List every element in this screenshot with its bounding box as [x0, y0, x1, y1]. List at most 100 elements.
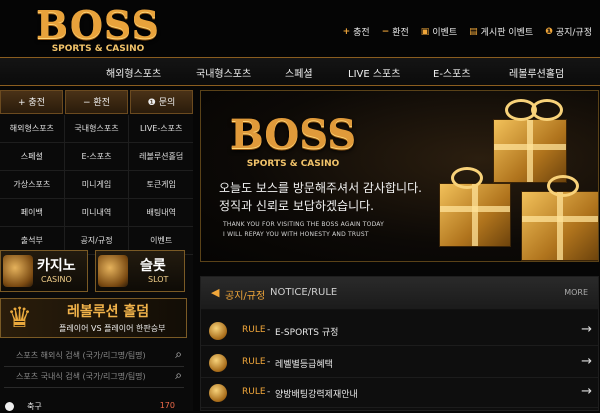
- nav-item-esports[interactable]: E-스포츠: [433, 65, 471, 80]
- search-input[interactable]: 스포츠 해외식 검색 (국가/리그명/팀명): [16, 350, 146, 361]
- slot-banner-subtitle: SLOT: [148, 275, 169, 284]
- sidebar-item-bet-history[interactable]: 배팅내역: [129, 199, 193, 226]
- sidebar-menu-grid: 해외형스포츠 국내형스포츠 LIVE-스포츠 스페셜 E-스포츠 레볼루션홀덤 …: [0, 115, 193, 255]
- notice-item[interactable]: RULE - 양방배팅강력제재안내 →: [201, 379, 598, 408]
- sidebar-item-domestic-sports[interactable]: 국내형스포츠: [65, 115, 130, 142]
- hero-logo-wordmark: BOSS: [229, 111, 357, 158]
- soccer-ball-icon: [5, 402, 14, 411]
- gift-bow: [451, 167, 483, 189]
- gift-box: [493, 119, 567, 183]
- hero-logo-subtitle: SPORTS & CASINO: [246, 159, 340, 169]
- tab-label: 문의: [158, 98, 176, 108]
- search-icon[interactable]: ⌕: [175, 368, 182, 383]
- plus-icon: +: [18, 98, 26, 108]
- notice-item-title: E-SPORTS 규정: [275, 328, 339, 338]
- notice-header: ◀ 공지/규정 NOTICE/RULE MORE: [201, 277, 598, 310]
- minus-icon: −: [381, 26, 390, 37]
- slot-banner-title: 슬롯: [140, 258, 166, 274]
- sport-count: 170: [159, 401, 175, 410]
- minus-icon: −: [83, 98, 91, 108]
- top-links: + 충전 − 환전 ▣ 이벤트 ▤ 게시판 이벤트 ❶ 공지/규정: [343, 25, 592, 39]
- sidebar-inquiry-button[interactable]: ❶ 문의: [130, 90, 193, 114]
- medal-icon: [209, 322, 227, 340]
- top-link-withdraw[interactable]: − 환전: [381, 25, 409, 39]
- revolution-holdem-banner[interactable]: ♛ 레볼루션 홀덤 플레이어 VS 플레이어 한판승부: [0, 298, 187, 338]
- nav-item-live-sports[interactable]: LIVE 스포츠: [348, 65, 400, 80]
- notice-item[interactable]: RULE - 레벨별등급혜택 →: [201, 349, 598, 378]
- gift-box: [521, 191, 598, 261]
- top-link-board-event[interactable]: ▤ 게시판 이벤트: [469, 25, 534, 39]
- arrow-right-icon: →: [581, 354, 592, 369]
- gift-bow: [531, 99, 563, 121]
- sidebar-item-payback[interactable]: 페이백: [0, 199, 65, 226]
- revolution-banner-title: 레볼루션 홀덤: [67, 304, 150, 320]
- hero-english-line1: THANK YOU FOR VISITING THE BOSS AGAIN TO…: [223, 221, 385, 228]
- separator: -: [267, 387, 271, 397]
- overseas-sports-search[interactable]: 스포츠 해외식 검색 (국가/리그명/팀명) ⌕: [4, 346, 184, 367]
- sport-name: 축구: [27, 402, 42, 411]
- nav-item-domestic-sports[interactable]: 국내형스포츠: [196, 65, 251, 80]
- gift-bow: [547, 175, 579, 197]
- revolution-banner-subtitle: 플레이어 VS 플레이어 한판승부: [59, 324, 166, 333]
- sidebar-deposit-button[interactable]: + 충전: [0, 90, 63, 114]
- info-icon: ❶: [147, 98, 156, 108]
- hero-english-line2: I WILL REPAY YOU WITH HONESTY AND TRUST: [223, 231, 369, 238]
- top-link-label: 이벤트: [432, 28, 458, 38]
- tab-label: 충전: [28, 98, 45, 108]
- sidebar-item-revolution-holdem[interactable]: 레볼루션홀덤: [129, 143, 193, 170]
- arrow-right-icon: →: [581, 384, 592, 399]
- main-nav: 해외형스포츠 국내형스포츠 스페셜 LIVE 스포츠 E-스포츠 레볼루션홀덤: [0, 57, 600, 86]
- casino-banner[interactable]: 카지노 CASINO: [0, 250, 88, 292]
- top-link-deposit[interactable]: + 충전: [343, 25, 370, 39]
- top-link-label: 충전: [353, 28, 370, 38]
- hero-greeting-line1: 오늘도 보스를 방문해주셔서 감사합니다.: [219, 181, 422, 195]
- notice-title-english: NOTICE/RULE: [270, 287, 338, 298]
- domestic-sports-search[interactable]: 스포츠 국내식 검색 (국가/리그명/팀명) ⌕: [4, 367, 184, 388]
- notice-title: 공지/규정: [225, 291, 266, 302]
- nav-item-special[interactable]: 스페셜: [285, 65, 313, 80]
- board-icon: ▤: [469, 26, 478, 37]
- nav-item-overseas-sports[interactable]: 해외형스포츠: [106, 65, 161, 80]
- search-icon[interactable]: ⌕: [175, 347, 182, 362]
- calendar-icon: ▣: [420, 26, 430, 37]
- slot-machine-image: [98, 255, 128, 287]
- hero-greeting-line2: 정직과 신뢰로 보답하겠습니다.: [219, 199, 374, 213]
- nav-item-revolution-holdem[interactable]: 레볼루션홀덤: [509, 65, 564, 80]
- notice-panel: ◀ 공지/규정 NOTICE/RULE MORE RULE - E-SPORTS…: [200, 276, 599, 411]
- slot-banner[interactable]: 슬롯 SLOT: [95, 250, 185, 292]
- notice-item[interactable]: RULE - E-SPORTS 규정 →: [201, 317, 598, 346]
- sidebar-item-token-game[interactable]: 토큰게임: [129, 171, 193, 198]
- hero-logo: BOSS SPORTS & CASINO: [223, 111, 383, 171]
- top-link-notice[interactable]: ❶ 공지/규정: [545, 25, 592, 39]
- search-input[interactable]: 스포츠 국내식 검색 (국가/리그명/팀명): [16, 371, 146, 382]
- casino-banner-title: 카지노: [37, 258, 76, 274]
- top-link-event[interactable]: ▣ 이벤트: [420, 25, 458, 39]
- sidebar-item-special[interactable]: 스페셜: [0, 143, 65, 170]
- sidebar-item-live-sports[interactable]: LIVE-스포츠: [129, 115, 193, 142]
- game-banners: 카지노 CASINO 슬롯 SLOT: [0, 250, 193, 292]
- sport-list-item[interactable]: 축구 170: [0, 401, 193, 413]
- sidebar-item-mini-history[interactable]: 미니내역: [65, 199, 130, 226]
- site-logo[interactable]: BOSS SPORTS & CASINO: [28, 2, 168, 56]
- medal-icon: [209, 354, 227, 372]
- notice-more-link[interactable]: MORE: [564, 288, 588, 297]
- notice-item-tag: RULE: [242, 357, 266, 367]
- separator: -: [267, 357, 271, 367]
- top-link-label: 공지/규정: [555, 28, 592, 38]
- sidebar-item-virtual-sports[interactable]: 가상스포츠: [0, 171, 65, 198]
- top-link-label: 게시판 이벤트: [480, 28, 534, 38]
- sidebar-menu-row: 해외형스포츠 국내형스포츠 LIVE-스포츠: [0, 115, 193, 143]
- sidebar-menu-row: 스페셜 E-스포츠 레볼루션홀덤: [0, 143, 193, 171]
- logo-subtitle: SPORTS & CASINO: [51, 44, 145, 54]
- left-sidebar: + 충전 − 환전 ❶ 문의 해외형스포츠 국내형스포츠 LIVE-스포츠 스페…: [0, 90, 193, 411]
- sidebar-item-esports[interactable]: E-스포츠: [65, 143, 130, 170]
- notice-item-title: 양방배팅강력제재안내: [275, 390, 358, 400]
- sidebar-item-minigame[interactable]: 미니게임: [65, 171, 130, 198]
- hero-banner: BOSS SPORTS & CASINO 오늘도 보스를 방문해주셔서 감사합니…: [200, 90, 599, 262]
- casino-banner-subtitle: CASINO: [41, 275, 72, 284]
- sidebar-withdraw-button[interactable]: − 환전: [65, 90, 128, 114]
- sidebar-item-overseas-sports[interactable]: 해외형스포츠: [0, 115, 65, 142]
- crown-icon: ♛: [7, 301, 33, 334]
- sidebar-menu-row: 가상스포츠 미니게임 토큰게임: [0, 171, 193, 199]
- logo-wordmark: BOSS: [36, 2, 160, 47]
